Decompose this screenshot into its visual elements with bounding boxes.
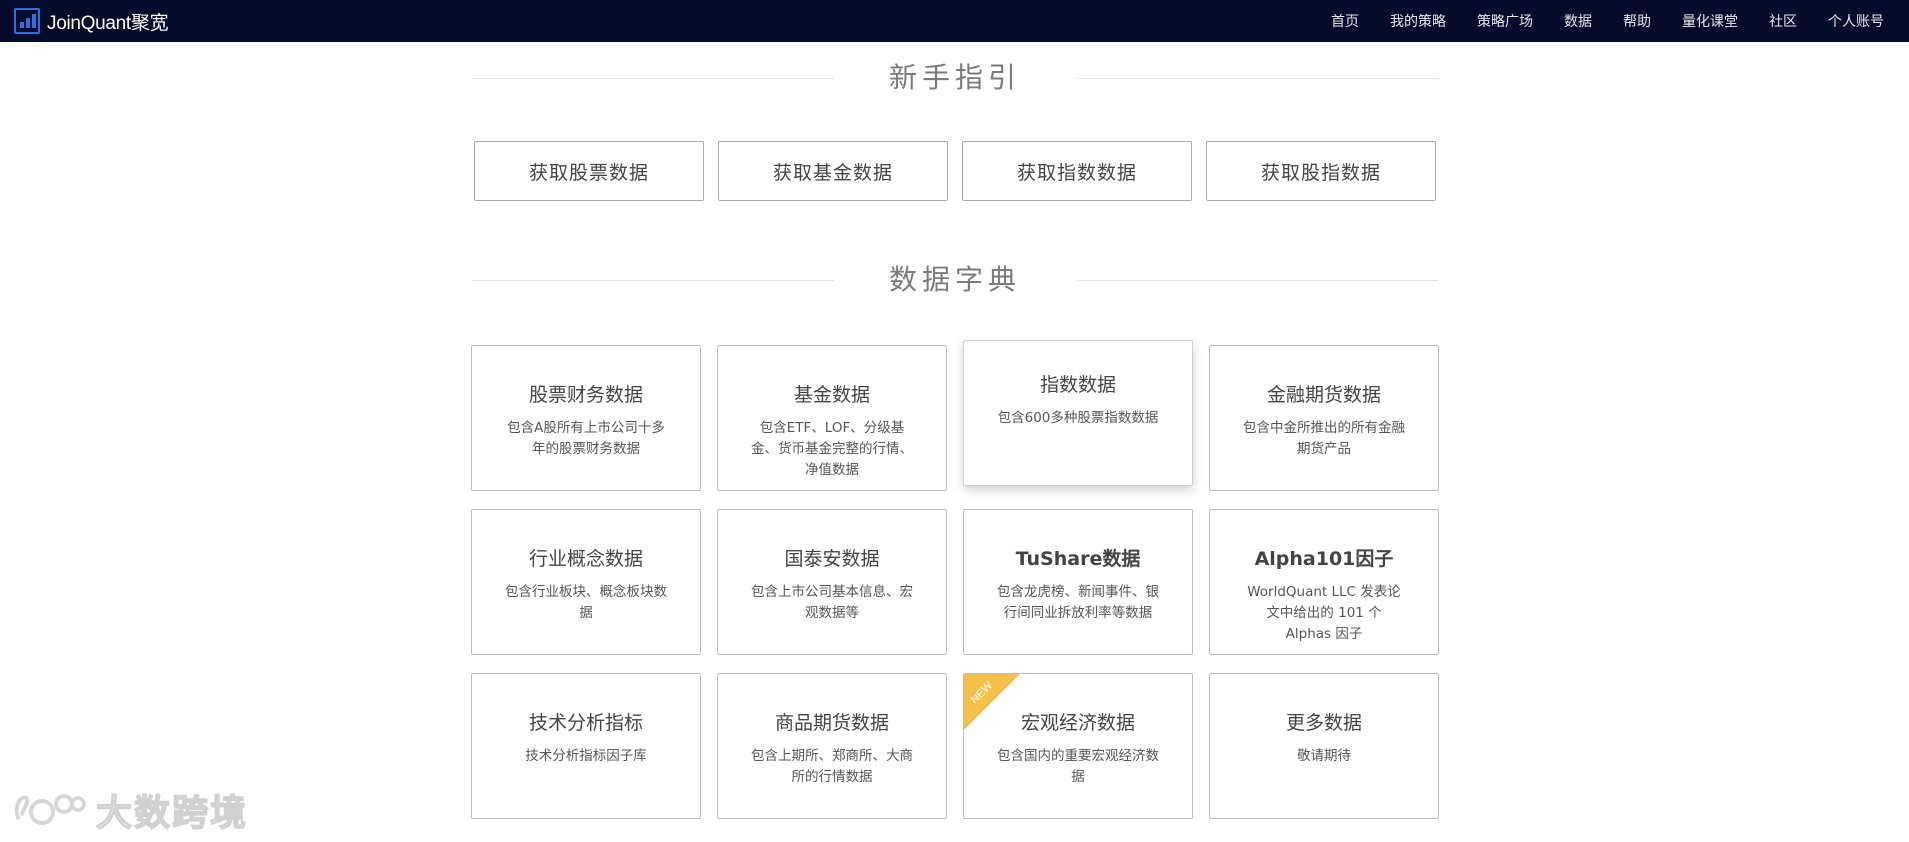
card-title: 行业概念数据 (528, 548, 643, 570)
card-fund-data[interactable]: 基金数据 包含ETF、LOF、分级基金、货币基金完整的行情、净值数据 (717, 345, 947, 491)
watermark-logo-icon (12, 788, 86, 832)
card-title: 基金数据 (793, 384, 870, 406)
card-more-data[interactable]: 更多数据 敬请期待 (1209, 673, 1439, 819)
card-macro-economic-data[interactable]: NEW 宏观经济数据 包含国内的重要宏观经济数据 (963, 673, 1193, 819)
card-title: 商品期货数据 (774, 712, 889, 734)
card-title: 国泰安数据 (784, 548, 880, 570)
card-title: 指数数据 (1039, 374, 1116, 396)
card-title: 宏观经济数据 (1020, 712, 1135, 734)
bar-chart-logo-icon (14, 8, 40, 34)
get-index-data-button[interactable]: 获取指数数据 (962, 141, 1192, 201)
card-desc: 包含A股所有上市公司十多年的股票财务数据 (507, 420, 665, 457)
card-industry-concept-data[interactable]: 行业概念数据 包含行业板块、概念板块数据 (471, 509, 701, 655)
card-title: TuShare数据 (1015, 548, 1141, 570)
dictionary-section-header: 数据字典 (472, 255, 1438, 305)
top-navbar: JoinQuant聚宽 首页 我的策略 策略广场 数据 帮助 量化课堂 社区 个… (0, 0, 1909, 42)
get-stock-index-futures-data-button[interactable]: 获取股指数据 (1206, 141, 1436, 201)
card-index-data[interactable]: 指数数据 包含600多种股票指数数据 (963, 340, 1193, 486)
card-desc: 敬请期待 (1297, 748, 1351, 764)
card-csmar-data[interactable]: 国泰安数据 包含上市公司基本信息、宏观数据等 (717, 509, 947, 655)
card-desc: 包含行业板块、概念板块数据 (505, 584, 667, 621)
nav-my-strategies[interactable]: 我的策略 (1390, 11, 1446, 31)
get-fund-data-button[interactable]: 获取基金数据 (718, 141, 948, 201)
card-desc: 包含ETF、LOF、分级基金、货币基金完整的行情、净值数据 (751, 420, 913, 478)
main-nav: 首页 我的策略 策略广场 数据 帮助 量化课堂 社区 个人账号 (1300, 0, 1884, 42)
card-desc: 包含上市公司基本信息、宏观数据等 (751, 584, 913, 621)
watermark-text: 大数跨境 (95, 792, 249, 834)
card-stock-financial-data[interactable]: 股票财务数据 包含A股所有上市公司十多年的股票财务数据 (471, 345, 701, 491)
nav-help[interactable]: 帮助 (1623, 11, 1651, 31)
card-desc: WorldQuant LLC 发表论文中给出的 101 个 Alphas 因子 (1247, 584, 1401, 642)
card-alpha101-factors[interactable]: Alpha101因子 WorldQuant LLC 发表论文中给出的 101 个… (1209, 509, 1439, 655)
card-technical-indicators[interactable]: 技术分析指标 技术分析指标因子库 (471, 673, 701, 819)
card-desc: 包含600多种股票指数数据 (997, 410, 1159, 426)
card-title: 技术分析指标 (528, 712, 643, 734)
divider (1076, 78, 1438, 79)
card-desc: 包含上期所、郑商所、大商所的行情数据 (751, 748, 913, 785)
card-desc: 包含龙虎榜、新闻事件、银行间同业拆放利率等数据 (997, 584, 1159, 621)
nav-community[interactable]: 社区 (1769, 11, 1797, 31)
guide-section-header: 新手指引 (472, 53, 1438, 103)
card-desc: 包含中金所推出的所有金融期货产品 (1243, 420, 1405, 457)
card-title: Alpha101因子 (1254, 548, 1394, 570)
card-desc: 包含国内的重要宏观经济数据 (997, 748, 1159, 785)
nav-account[interactable]: 个人账号 (1828, 11, 1884, 31)
nav-quant-class[interactable]: 量化课堂 (1682, 11, 1738, 31)
nav-home[interactable]: 首页 (1331, 11, 1359, 31)
nav-strategy-square[interactable]: 策略广场 (1477, 11, 1533, 31)
card-tushare-data[interactable]: TuShare数据 包含龙虎榜、新闻事件、银行间同业拆放利率等数据 (963, 509, 1193, 655)
card-desc: 技术分析指标因子库 (525, 748, 647, 764)
get-stock-data-button[interactable]: 获取股票数据 (474, 141, 704, 201)
card-financial-futures-data[interactable]: 金融期货数据 包含中金所推出的所有金融期货产品 (1209, 345, 1439, 491)
card-title: 股票财务数据 (528, 384, 643, 406)
card-title: 金融期货数据 (1266, 384, 1381, 406)
card-title: 更多数据 (1285, 712, 1362, 734)
card-commodity-futures-data[interactable]: 商品期货数据 包含上期所、郑商所、大商所的行情数据 (717, 673, 947, 819)
nav-data[interactable]: 数据 (1564, 11, 1592, 31)
logo-text: JoinQuant聚宽 (47, 12, 169, 34)
watermark: 大数跨境 (12, 786, 249, 835)
divider (1076, 280, 1438, 281)
joinquant-logo[interactable]: JoinQuant聚宽 (14, 7, 169, 35)
